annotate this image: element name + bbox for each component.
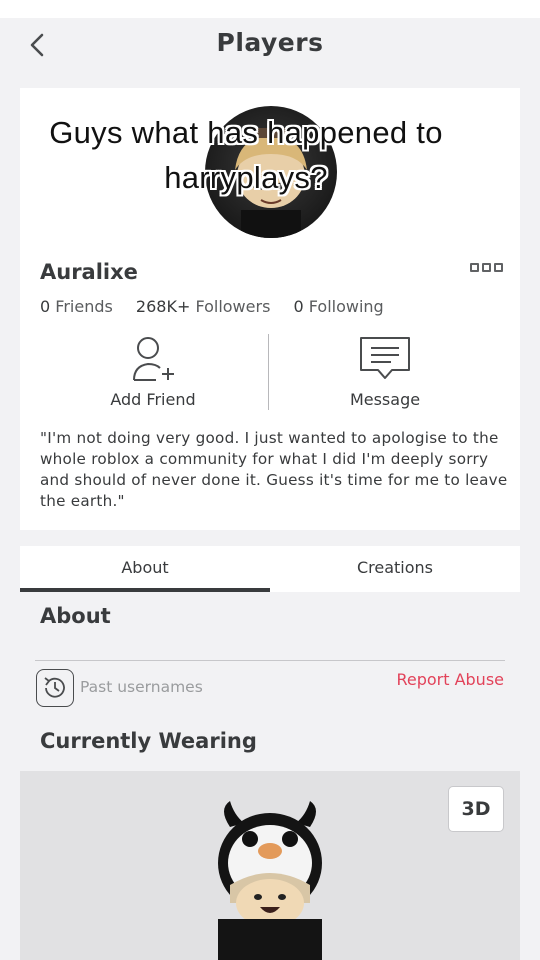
followers-count: 268K+ [135,297,191,316]
following-label: Following [308,297,384,316]
friends-label: Friends [55,297,113,316]
profile-username: Auralixe [40,260,138,284]
report-abuse-link[interactable]: Report Abuse [396,670,504,689]
more-options-button[interactable] [470,263,504,275]
about-heading: About [40,604,111,628]
profile-bio: "I'm not doing very good. I just wanted … [40,429,508,510]
message-icon [360,337,410,379]
video-caption-line-1: Guys what has happened to [49,115,443,150]
tab-creations[interactable]: Creations [270,546,520,592]
status-bar-area [0,0,540,18]
active-tab-indicator [20,588,270,592]
avatar-3d-image [200,793,340,960]
profile-tabs: About Creations [20,546,520,592]
profile-stats: 0 Friends 268K+ Followers 0 Following [40,297,402,316]
avatar-preview-panel: 3D [20,771,520,960]
history-icon [44,677,65,698]
action-divider [268,334,269,410]
tab-about[interactable]: About [20,546,270,592]
view-3d-button[interactable]: 3D [448,786,504,832]
more-dot-icon [470,263,479,272]
video-caption-line-2: harryplays? [164,160,328,195]
following-stat[interactable]: 0 Following [294,297,384,316]
friends-stat[interactable]: 0 Friends [40,297,113,316]
currently-wearing-heading: Currently Wearing [40,729,257,753]
more-dot-icon [494,263,503,272]
profile-card: Auralixe 0 Friends 268K+ Followers 0 Fol… [20,88,520,530]
add-friend-icon [133,337,174,381]
more-dot-icon [482,263,491,272]
section-divider [35,660,505,661]
message-label: Message [349,390,421,409]
followers-label: Followers [195,297,271,316]
add-friend-label: Add Friend [110,390,196,409]
followers-stat[interactable]: 268K+ Followers [136,297,270,316]
add-friend-button[interactable]: Add Friend [78,334,228,414]
page-title: Players [216,28,324,57]
following-count: 0 [293,297,304,316]
past-usernames-button[interactable] [36,669,74,707]
friends-count: 0 [40,297,51,316]
top-nav-bar: Players [0,18,540,72]
message-button[interactable]: Message [310,334,460,414]
past-usernames-label[interactable]: Past usernames [80,678,203,696]
